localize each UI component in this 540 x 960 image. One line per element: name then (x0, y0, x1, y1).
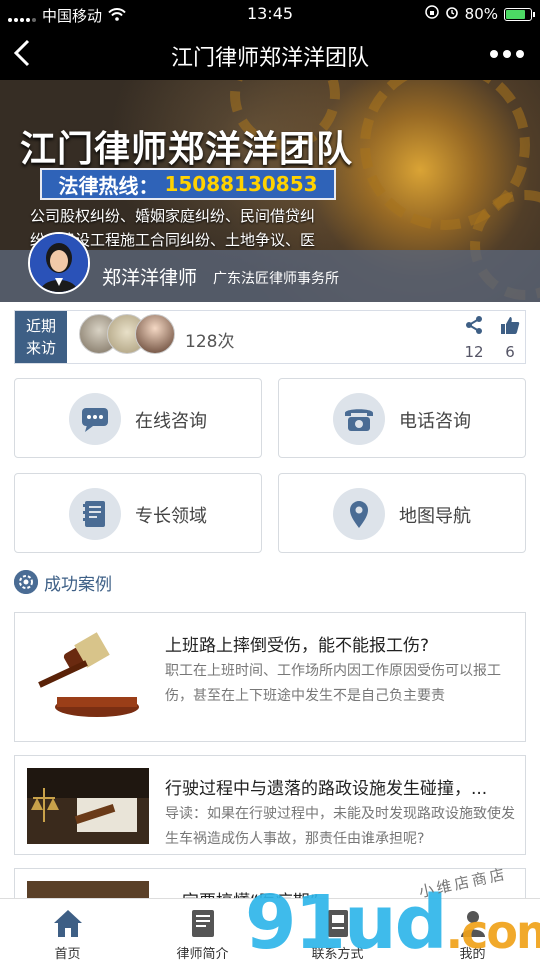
case-title: 上班路上摔倒受伤，能不能报工伤? (165, 636, 430, 656)
battery-percent: 80% (464, 5, 498, 23)
recent-visits-row: 近期来访 128次 12 6 (14, 310, 526, 364)
visit-count: 128次 (185, 332, 235, 352)
lawyer-avatar[interactable] (28, 232, 90, 294)
banner-title: 江门律师郑洋洋团队 (20, 129, 354, 170)
action-label: 专长领域 (135, 506, 207, 527)
watermark-suffix: .com (445, 905, 540, 959)
action-label: 电话咨询 (399, 411, 471, 432)
hotline-number: 15088130853 (164, 172, 318, 196)
visitor-avatar[interactable] (135, 314, 175, 354)
share-button[interactable]: 12 (461, 315, 487, 361)
like-button[interactable]: 6 (497, 315, 523, 361)
success-cases-header: 成功案例 (14, 568, 112, 596)
chat-bubble-icon (69, 393, 121, 445)
flower-icon (14, 570, 38, 594)
notebook-icon (69, 488, 121, 540)
status-bar: 中国移动 13:45 80% (0, 0, 540, 28)
expertise-button[interactable]: 专长领域 (14, 473, 262, 553)
phone-consult-button[interactable]: 电话咨询 (278, 378, 526, 458)
battery-icon (504, 7, 535, 21)
online-consult-button[interactable]: 在线咨询 (14, 378, 262, 458)
nav-bar: 江门律师郑洋洋团队 (0, 28, 540, 80)
lawyer-name: 郑洋洋律师 (102, 267, 198, 289)
gavel-thumbnail (27, 625, 149, 725)
tab-label: 首页 (54, 947, 81, 960)
share-count: 12 (464, 343, 484, 361)
rotation-lock-icon (424, 5, 439, 23)
case-card[interactable]: 上班路上摔倒受伤，能不能报工伤? 职工在上班时间、工作场所内因工作原因受伤可以报… (14, 612, 526, 742)
share-icon (466, 316, 482, 334)
watermark-main: 91ud (245, 880, 448, 960)
hotline-box[interactable]: 法律热线： 15088130853 (40, 168, 336, 200)
map-pin-icon (333, 488, 385, 540)
home-icon (50, 905, 86, 941)
thumbs-up-icon (501, 317, 520, 334)
lawyer-firm: 广东法匠律师事务所 (213, 271, 339, 287)
scales-thumbnail (27, 768, 149, 844)
watermark-logo: 91ud.com (245, 880, 540, 960)
profile-card-icon (185, 905, 221, 941)
case-summary: 职工在上班时间、工作场所内因工作原因受伤可以报工伤，甚至在上下班途中发生不是自己… (165, 663, 501, 704)
like-count: 6 (505, 343, 515, 361)
alarm-icon (445, 5, 459, 23)
business-line: 公司股权纠纷、婚姻家庭纠纷、民间借贷纠 (30, 207, 316, 225)
hero-banner: 江门律师郑洋洋团队 法律热线： 15088130853 公司股权纠纷、婚姻家庭纠… (0, 80, 540, 302)
recent-visits-tag: 近期来访 (15, 311, 67, 363)
case-title: 行驶过程中与遗落的路政设施发生碰撞，... (165, 779, 488, 799)
telephone-icon (333, 393, 385, 445)
case-card[interactable]: 行驶过程中与遗落的路政设施发生碰撞，... 导读：如果在行驶过程中，未能及时发现… (14, 755, 526, 855)
more-options-button[interactable] (490, 50, 524, 58)
action-label: 在线咨询 (135, 411, 207, 432)
section-title: 成功案例 (44, 574, 112, 595)
tab-home[interactable]: 首页 (0, 899, 135, 960)
hotline-label: 法律热线： (58, 173, 159, 198)
map-navigation-button[interactable]: 地图导航 (278, 473, 526, 553)
page-title: 江门律师郑洋洋团队 (170, 46, 369, 71)
action-label: 地图导航 (399, 506, 471, 527)
case-summary: 导读：如果在行驶过程中，未能及时发现路政设施致使发生车祸造成伤人事故，那责任由谁… (165, 806, 515, 847)
